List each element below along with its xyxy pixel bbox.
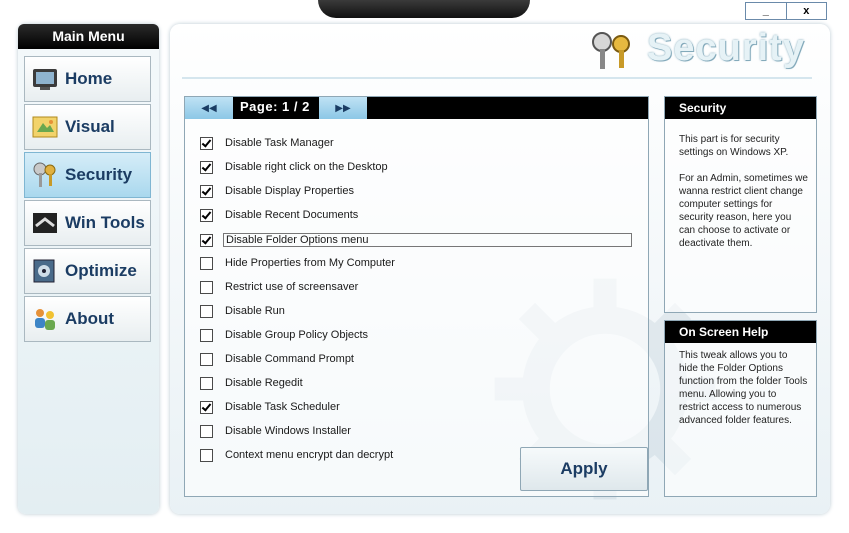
page-indicator: Page: 1 / 2 — [240, 99, 310, 114]
prev-page-button[interactable]: ◀◀ — [185, 97, 233, 119]
top-decor-tab — [318, 0, 530, 18]
option-label: Disable Task Scheduler — [225, 401, 340, 413]
sidebar-item-label: Visual — [65, 117, 115, 136]
info-paragraph: For an Admin, sometimes we wanna restric… — [679, 173, 808, 249]
pager-bar: ◀◀ Page: 1 / 2 ▶▶ — [185, 97, 648, 119]
option-checkbox[interactable] — [200, 160, 213, 174]
page-title: Security — [647, 27, 805, 69]
option-label: Disable Display Properties — [225, 185, 354, 197]
option-row[interactable]: Disable Windows Installer — [200, 420, 351, 442]
info-paragraph: This part is for security settings on Wi… — [679, 134, 789, 158]
option-checkbox[interactable] — [200, 352, 213, 366]
optimize-icon — [31, 257, 59, 285]
help-paragraph: This tweak allows you to hide the Folder… — [679, 350, 808, 426]
option-row[interactable]: Disable Task Scheduler — [200, 396, 340, 418]
option-row[interactable]: Disable Recent Documents — [200, 204, 358, 226]
option-row[interactable]: Disable Run — [200, 300, 285, 322]
option-row[interactable]: Restrict use of screensaver — [200, 276, 358, 298]
sidebar-item-home[interactable]: Home — [24, 56, 151, 102]
sidebar-item-security[interactable]: Security — [24, 152, 151, 198]
main-menu-title: Main Menu — [18, 24, 159, 49]
option-label: Disable Folder Options menu — [223, 233, 632, 247]
option-row[interactable]: Context menu encrypt dan decrypt — [200, 444, 393, 466]
window-controls: _ x — [745, 2, 827, 20]
option-label: Hide Properties from My Computer — [225, 257, 395, 269]
option-checkbox[interactable] — [200, 448, 213, 462]
wintools-icon — [31, 209, 59, 237]
option-row[interactable]: Disable Command Prompt — [200, 348, 354, 370]
sidebar-item-label: Home — [65, 69, 113, 88]
option-row[interactable]: Disable Folder Options menu — [200, 229, 632, 251]
home-icon — [31, 65, 59, 93]
option-label: Disable right click on the Desktop — [225, 161, 388, 173]
security-icon — [31, 161, 59, 189]
fast-forward-icon: ▶▶ — [335, 102, 351, 114]
option-row[interactable]: Disable right click on the Desktop — [200, 156, 388, 178]
option-checkbox[interactable] — [200, 184, 213, 198]
sidebar-item-wintools[interactable]: Win Tools — [24, 200, 151, 246]
security-logo-icon — [592, 32, 630, 69]
close-button[interactable]: x — [787, 3, 827, 19]
option-row[interactable]: Disable Regedit — [200, 372, 303, 394]
sidebar-item-label: Optimize — [65, 261, 137, 280]
sidebar-item-label: About — [65, 309, 115, 328]
option-checkbox[interactable] — [200, 208, 213, 222]
option-checkbox[interactable] — [200, 233, 213, 247]
sidebar-item-about[interactable]: About — [24, 296, 151, 342]
option-row[interactable]: Disable Group Policy Objects — [200, 324, 368, 346]
security-info-box: Security This part is for security setti… — [664, 96, 817, 313]
minimize-button[interactable]: _ — [746, 3, 787, 19]
option-label: Disable Command Prompt — [225, 353, 354, 365]
apply-button[interactable]: Apply — [520, 447, 648, 491]
main-panel: Security ◀◀ Page: 1 / 2 ▶▶ Disable Task … — [170, 24, 830, 514]
option-checkbox[interactable] — [200, 304, 213, 318]
help-box-title: On Screen Help — [665, 321, 816, 343]
sidebar-item-label: Security — [65, 165, 133, 184]
sidebar-item-visual[interactable]: Visual — [24, 104, 151, 150]
option-label: Disable Task Manager — [225, 137, 334, 149]
option-checkbox[interactable] — [200, 424, 213, 438]
option-row[interactable]: Hide Properties from My Computer — [200, 252, 395, 274]
option-label: Disable Run — [225, 305, 285, 317]
visual-icon — [31, 113, 59, 141]
option-checkbox[interactable] — [200, 400, 213, 414]
option-label: Disable Windows Installer — [225, 425, 351, 437]
option-checkbox[interactable] — [200, 280, 213, 294]
header-divider — [182, 77, 812, 79]
option-label: Disable Group Policy Objects — [225, 329, 369, 341]
next-page-button[interactable]: ▶▶ — [319, 97, 367, 119]
help-box-text: This tweak allows you to hide the Folder… — [665, 343, 816, 427]
info-box-title: Security — [665, 97, 816, 119]
about-icon — [31, 305, 59, 333]
option-row[interactable]: Disable Task Manager — [200, 132, 334, 154]
option-label: Context menu encrypt dan decrypt — [225, 449, 394, 461]
info-box-text: This part is for security settings on Wi… — [665, 119, 816, 250]
options-panel: ◀◀ Page: 1 / 2 ▶▶ Disable Task Manager D… — [184, 96, 649, 497]
option-checkbox[interactable] — [200, 376, 213, 390]
main-menu-sidebar: Main Menu Home Visual Security Win Tools… — [18, 24, 159, 514]
option-label: Disable Regedit — [225, 377, 303, 389]
option-checkbox[interactable] — [200, 136, 213, 150]
option-row[interactable]: Disable Display Properties — [200, 180, 354, 202]
option-checkbox[interactable] — [200, 256, 213, 270]
rewind-icon: ◀◀ — [201, 102, 217, 114]
option-label: Disable Recent Documents — [225, 209, 359, 221]
on-screen-help-box: On Screen Help This tweak allows you to … — [664, 320, 817, 497]
option-label: Restrict use of screensaver — [225, 281, 359, 293]
sidebar-item-label: Win Tools — [65, 213, 145, 232]
sidebar-item-optimize[interactable]: Optimize — [24, 248, 151, 294]
option-checkbox[interactable] — [200, 328, 213, 342]
